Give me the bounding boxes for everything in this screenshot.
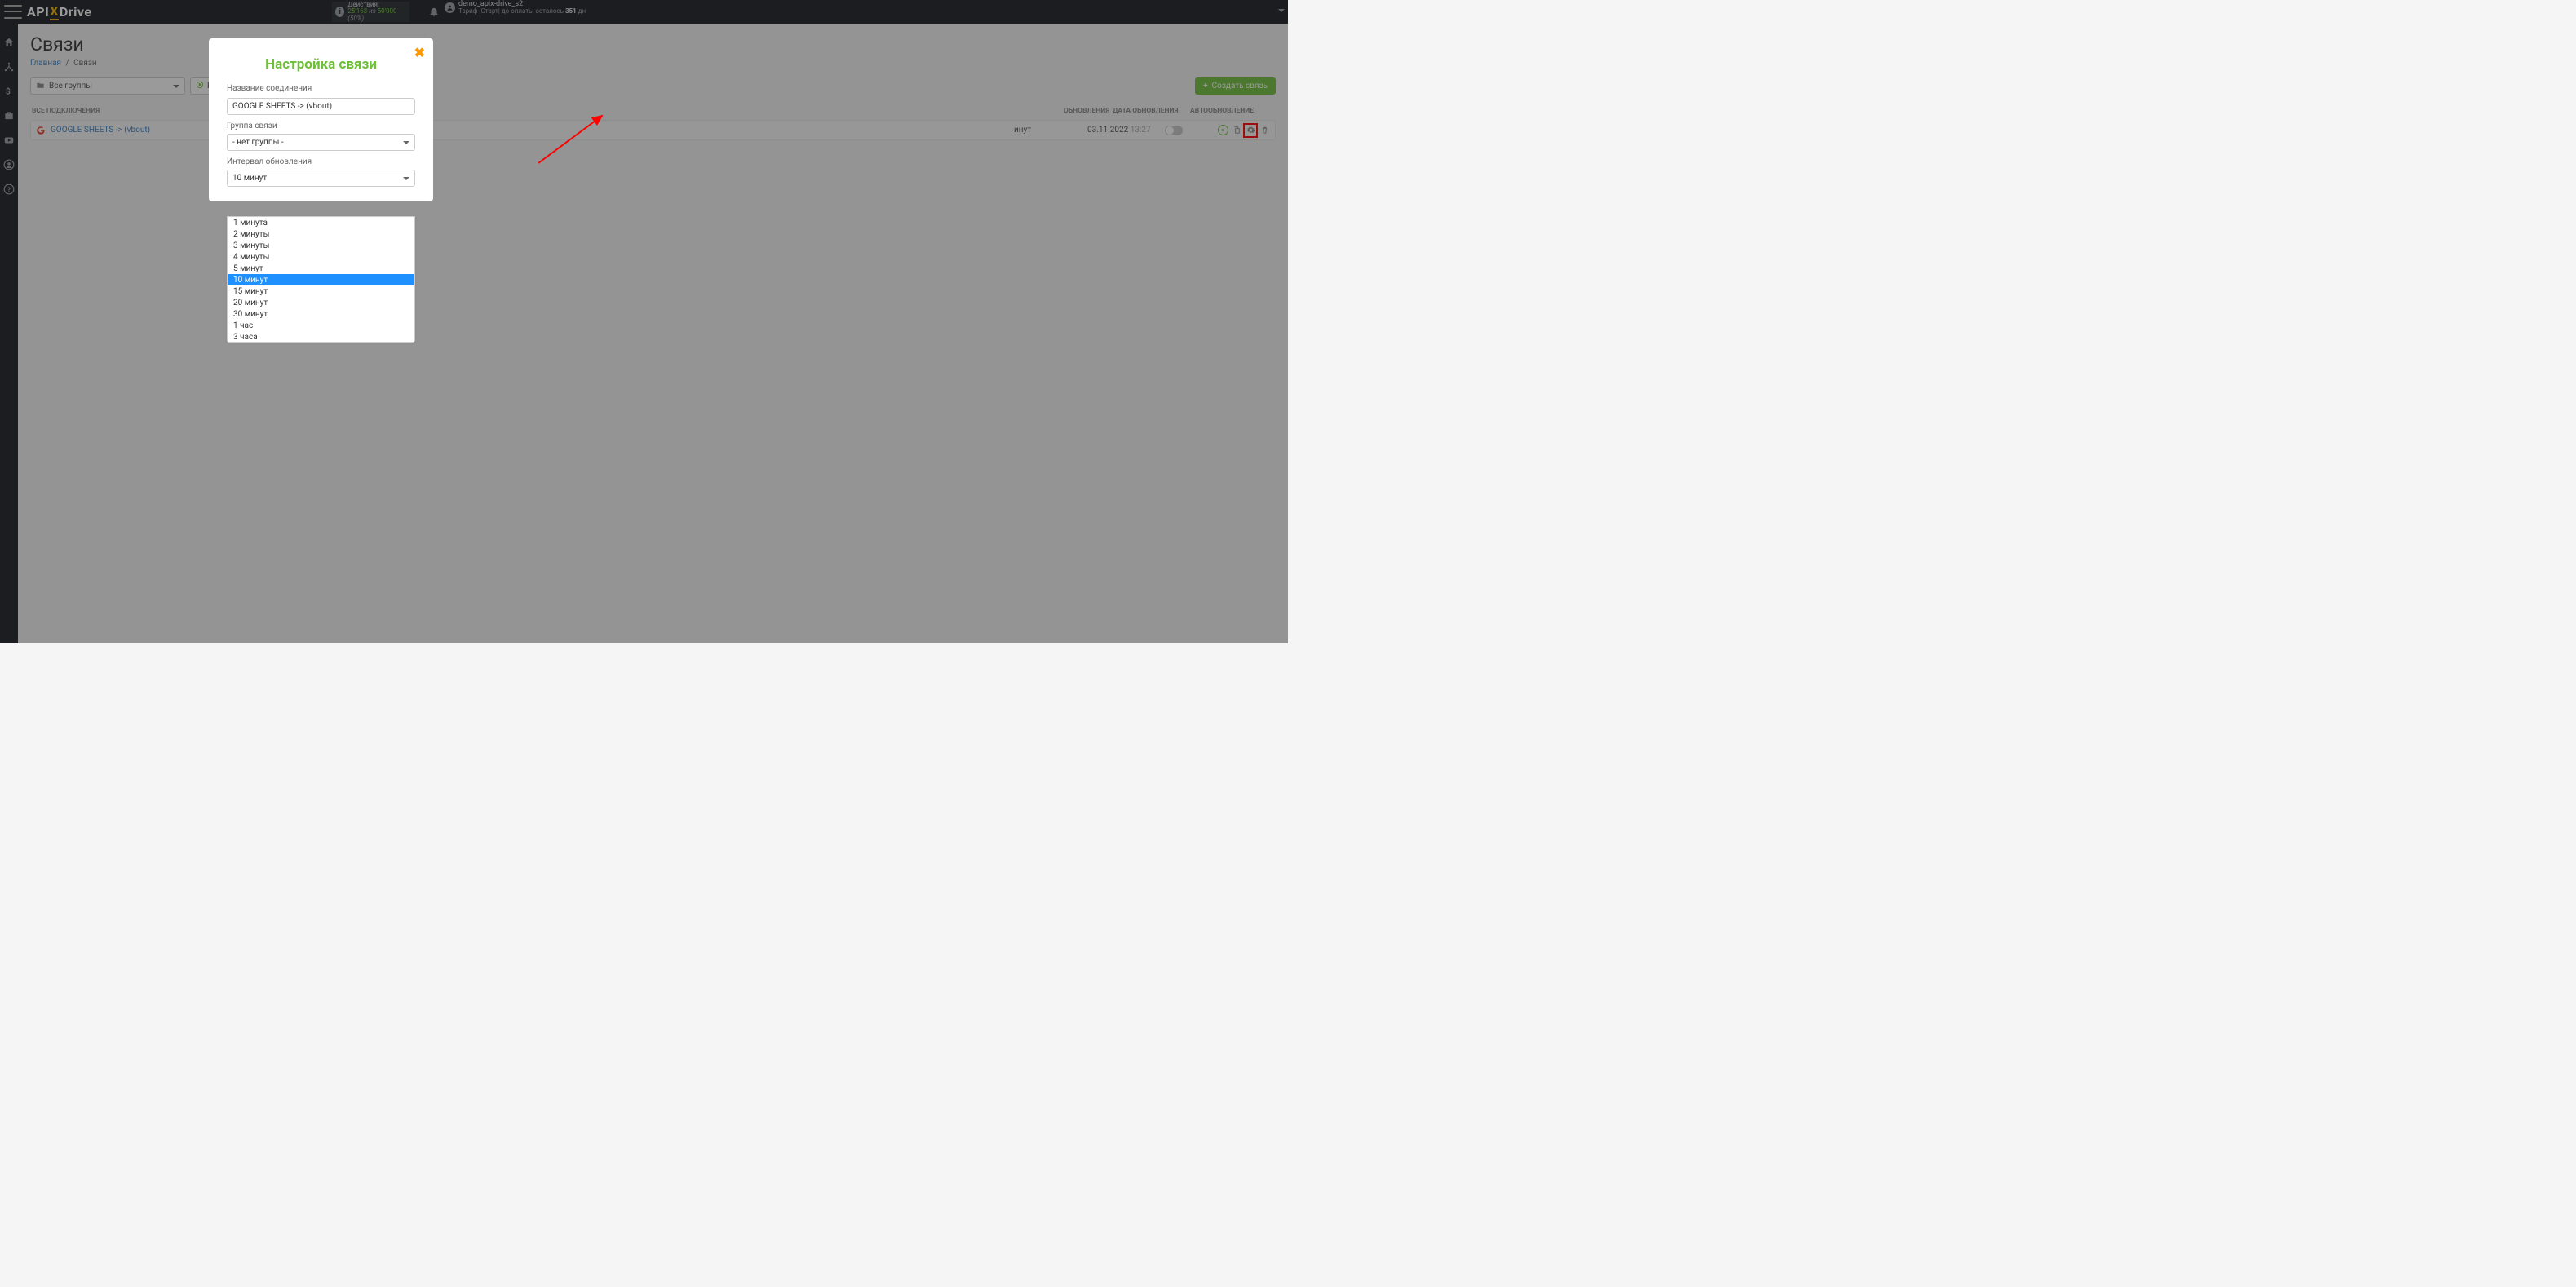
name-input[interactable] [227,98,415,115]
interval-select-value: 10 минут [232,174,267,183]
connection-settings-modal: ✖ Настройка связи Название соединения Гр… [209,38,433,201]
interval-option[interactable]: 5 минут [228,263,414,274]
interval-dropdown-list: 1 минута2 минуты3 минуты4 минуты5 минут1… [227,216,415,343]
modal-close-button[interactable]: ✖ [414,45,425,60]
interval-option[interactable]: 1 час [228,320,414,331]
interval-option[interactable]: 1 минута [228,217,414,228]
interval-option[interactable]: 30 минут [228,308,414,320]
caret-down-icon [403,177,409,180]
group-label: Группа связи [227,122,415,130]
group-select-value: - нет группы - [232,138,284,147]
interval-option[interactable]: 4 минуты [228,251,414,263]
interval-option[interactable]: 10 минут [228,274,414,285]
interval-option[interactable]: 20 минут [228,297,414,308]
interval-select[interactable]: 10 минут [227,170,415,187]
interval-option[interactable]: 3 минуты [228,240,414,251]
modal-title: Настройка связи [227,56,415,73]
interval-option[interactable]: 15 минут [228,285,414,297]
interval-option[interactable]: 2 минуты [228,228,414,240]
modal-overlay[interactable] [0,0,1288,644]
interval-label: Интервал обновления [227,157,415,166]
name-label: Название соединения [227,84,415,93]
interval-option[interactable]: 3 часа [228,331,414,343]
caret-down-icon [403,141,409,144]
group-select[interactable]: - нет группы - [227,134,415,151]
